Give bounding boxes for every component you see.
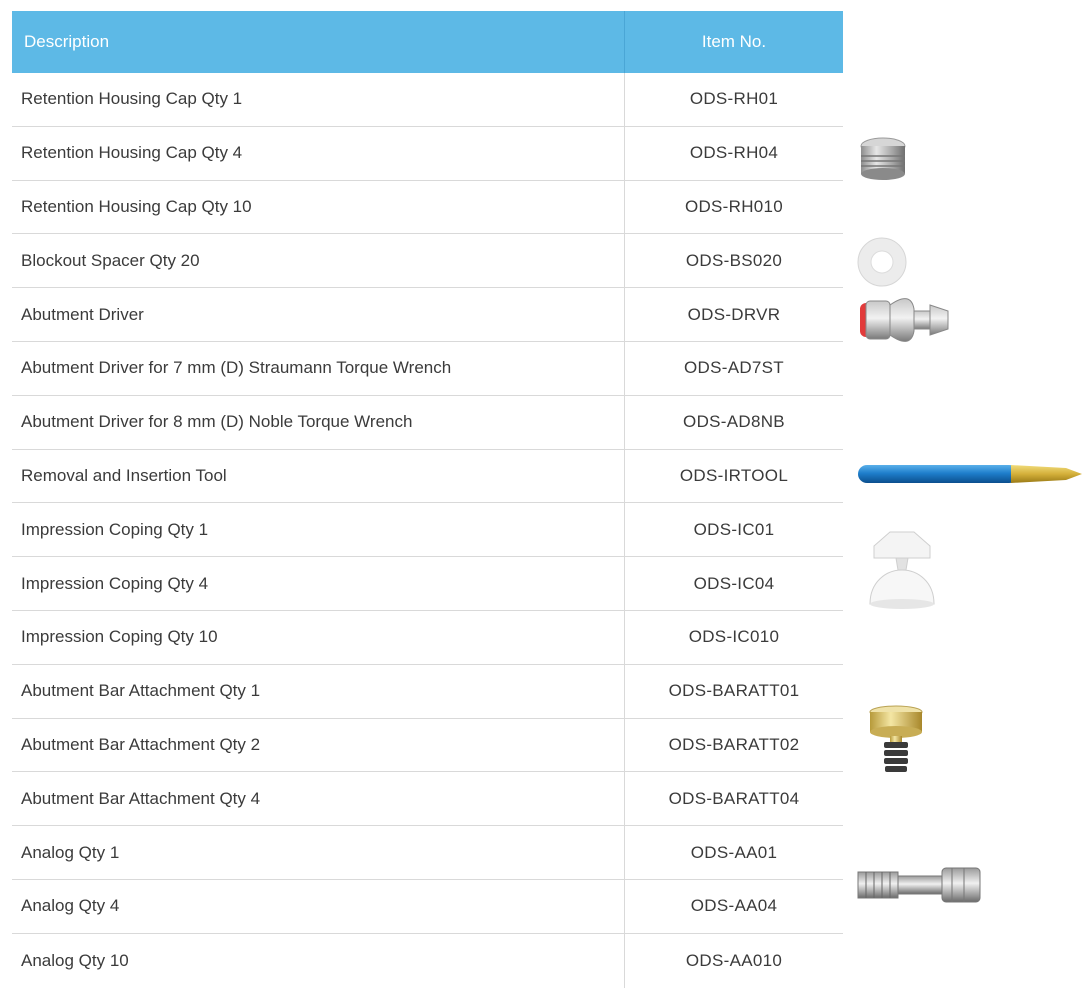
description-cell: Retention Housing Cap Qty 4 [12,126,625,180]
description-cell: Removal and Insertion Tool [12,449,625,503]
table-row: Impression Coping Qty 1 ODS-IC01 [12,503,843,558]
table-row: Abutment Bar Attachment Qty 2 ODS-BARATT0… [12,718,843,773]
table-row: Retention Housing Cap Qty 10 ODS-RH010 [12,180,843,235]
item-no-cell: ODS-IRTOOL [679,465,789,485]
table-row: Retention Housing Cap Qty 4 ODS-RH04 [12,126,843,181]
blockout-spacer-image [857,237,907,287]
table-row: Analog Qty 4 ODS-AA04 [12,879,843,934]
table-row: Analog Qty 10 ODS-AA010 [12,933,843,988]
item-no-cell: ODS-RH010 [684,196,784,216]
item-no-cell: ODS-BARATT01 [668,681,800,701]
table-body: Retention Housing Cap Qty 1 ODS-RH01 Reten… [12,73,843,988]
abutment-bar-attachment-image [869,705,923,772]
item-no-cell: ODS-BARATT02 [668,734,800,754]
table-row: Abutment Driver ODS-DRVR [12,288,843,342]
description-cell: Abutment Bar Attachment Qty 4 [12,772,625,826]
table-row: Abutment Bar Attachment Qty 4 ODS-BARATT0… [12,772,843,827]
description-cell: Abutment Driver for 8 mm (D) Noble Torqu… [12,395,625,449]
table-row: Impression Coping Qty 10 ODS-IC010 [12,610,843,665]
table-row: Abutment Bar Attachment Qty 1 ODS-BARATT0… [12,664,843,719]
table-row: Abutment Driver for 8 mm (D) Noble Torqu… [12,395,843,450]
item-no-cell: ODS-IC010 [688,627,780,647]
removal-insertion-tool-image [858,465,1082,483]
description-cell: Analog Qty 10 [12,933,625,988]
description-cell: Abutment Driver for 7 mm (D) Straumann T… [12,341,625,395]
item-no-cell: ODS-RH01 [689,89,779,109]
item-no-cell: ODS-AA04 [690,896,778,916]
description-cell: Impression Coping Qty 10 [12,610,625,664]
item-no-cell: ODS-IC04 [693,573,775,593]
item-no-cell: ODS-AA01 [690,842,778,862]
description-cell: Abutment Driver [12,288,625,341]
description-cell: Retention Housing Cap Qty 10 [12,180,625,234]
abutment-driver-image [860,298,949,342]
analog-image [857,867,981,903]
item-no-cell: ODS-AA010 [685,950,783,970]
retention-housing-cap-image [860,137,906,180]
description-cell: Analog Qty 1 [12,826,625,879]
item-no-column-header: Item No. [701,32,767,51]
table-row: Impression Coping Qty 4 ODS-IC04 [12,557,843,611]
table-row: Removal and Insertion Tool ODS-IRTOOL [12,449,843,504]
table-row: Retention Housing Cap Qty 1 ODS-RH01 [12,73,843,127]
table-row: Abutment Driver for 7 mm (D) Straumann T… [12,341,843,396]
item-no-cell: ODS-IC01 [693,519,775,539]
description-cell: Abutment Bar Attachment Qty 2 [12,718,625,772]
impression-coping-image [869,531,935,609]
table-header: Description Item No. [12,11,843,73]
product-table: Description Item No. Retention Housing C… [12,11,843,988]
description-cell: Impression Coping Qty 1 [12,503,625,557]
description-cell: Analog Qty 4 [12,879,625,933]
item-no-cell: ODS-DRVR [687,304,781,324]
item-no-cell: ODS-AD8NB [683,412,785,432]
description-column-header: Description [12,11,625,73]
description-cell: Blockout Spacer Qty 20 [12,234,625,288]
item-no-cell: ODS-AD7ST [684,358,784,378]
table-row: Analog Qty 1 ODS-AA01 [12,826,843,880]
description-cell: Abutment Bar Attachment Qty 1 [12,664,625,718]
item-no-cell: ODS-BS020 [685,250,783,270]
description-cell: Impression Coping Qty 4 [12,557,625,610]
description-cell: Retention Housing Cap Qty 1 [12,73,625,126]
table-row: Blockout Spacer Qty 20 ODS-BS020 [12,234,843,289]
item-no-cell: ODS-RH04 [689,143,779,163]
item-no-cell: ODS-BARATT04 [668,788,800,808]
